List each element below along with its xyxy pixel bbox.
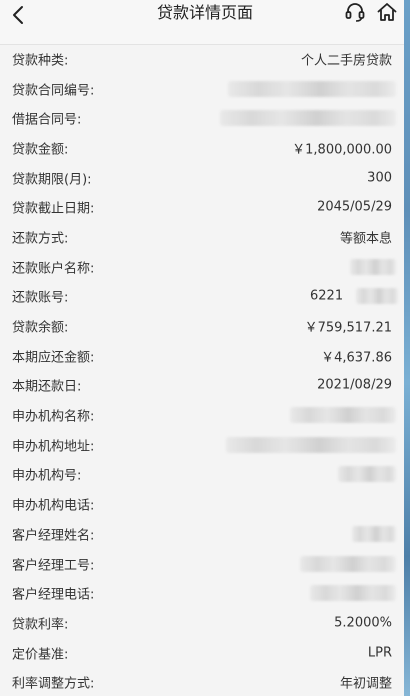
row-loan-balance: 贷款余额: ￥759,517.21 [0, 311, 404, 341]
redacted-value [228, 80, 396, 97]
field-label: 贷款余额: [12, 320, 69, 336]
field-value: ￥759,517.21 [304, 320, 392, 336]
row-current-repay-date: 本期还款日: 2021/08/29 [0, 371, 404, 401]
field-label: 申办机构号: [12, 468, 82, 484]
row-interest-rate: 贷款利率: 5.2000% [0, 608, 404, 638]
row-branch-phone: 申办机构电话: [0, 489, 404, 519]
field-label: 定价基准: [12, 647, 69, 663]
redacted-value [352, 525, 396, 542]
field-label: 还款账号: [12, 290, 69, 306]
row-repay-method: 还款方式: 等额本息 [0, 222, 404, 252]
redacted-value [290, 407, 396, 424]
row-branch-address: 申办机构地址: [0, 430, 404, 460]
redacted-value [310, 585, 396, 602]
field-label: 贷款截止日期: [12, 201, 95, 217]
headset-icon [344, 1, 366, 27]
redacted-value [220, 110, 396, 127]
field-label: 申办机构地址: [12, 439, 95, 455]
field-value: LPR [367, 645, 392, 661]
field-value: 5.2000% [334, 615, 392, 631]
field-label: 贷款期限(月): [12, 172, 92, 188]
right-edge-strip [404, 0, 410, 696]
row-repay-account-no: 还款账号: 6221 [0, 282, 404, 312]
redacted-value [300, 555, 396, 572]
row-manager-id: 客户经理工号: [0, 549, 404, 579]
customer-service-button[interactable] [342, 2, 368, 26]
field-value: 300 [367, 170, 392, 186]
field-value: 等额本息 [339, 231, 392, 247]
loan-detail-screen: 贷款详情页面 贷款种类: 个人二手房贷款 贷款合同编号: 借据合同号: 贷款金额… [0, 0, 410, 696]
field-value: ￥4,637.86 [321, 350, 392, 366]
field-label: 本期还款日: [12, 379, 82, 395]
field-label: 还款方式: [12, 231, 69, 247]
row-loan-amount: 贷款金额: ￥1,800,000.00 [0, 133, 404, 163]
field-label: 还款账户名称: [12, 261, 95, 277]
row-branch-no: 申办机构号: [0, 460, 404, 490]
row-manager-name: 客户经理姓名: [0, 519, 404, 549]
row-pricing-base: 定价基准: LPR [0, 638, 404, 668]
field-label: 申办机构名称: [12, 409, 95, 425]
row-branch-name: 申办机构名称: [0, 400, 404, 430]
field-value: 年初调整 [339, 676, 392, 692]
home-button[interactable] [374, 2, 400, 26]
field-label: 客户经理电话: [12, 587, 95, 603]
field-label: 利率调整方式: [12, 676, 95, 692]
row-loan-term: 贷款期限(月): 300 [0, 163, 404, 193]
nav-bar: 贷款详情页面 [0, 0, 410, 45]
loan-detail-list: 贷款种类: 个人二手房贷款 贷款合同编号: 借据合同号: 贷款金额: ￥1,80… [0, 44, 404, 696]
row-loan-type: 贷款种类: 个人二手房贷款 [0, 44, 404, 74]
field-label: 客户经理姓名: [12, 528, 95, 544]
row-rate-adjust: 利率调整方式: 年初调整 [0, 667, 404, 696]
row-loan-end-date: 贷款截止日期: 2045/05/29 [0, 192, 404, 222]
home-icon [376, 1, 398, 27]
field-label: 借据合同号: [12, 112, 82, 128]
field-value: 2045/05/29 [317, 199, 392, 215]
field-label: 贷款金额: [12, 142, 69, 158]
field-value: 2021/08/29 [317, 377, 392, 393]
field-label: 贷款种类: [12, 53, 69, 69]
field-value-prefix: 6221 [310, 288, 344, 304]
row-manager-phone: 客户经理电话: [0, 578, 404, 608]
redacted-value [350, 258, 396, 275]
row-loan-contract-no: 贷款合同编号: [0, 74, 404, 104]
redacted-value [356, 288, 398, 305]
field-label: 贷款利率: [12, 617, 69, 633]
row-borrow-contract-no: 借据合同号: [0, 103, 404, 133]
field-value: ￥1,800,000.00 [292, 142, 392, 158]
row-repay-account-name: 还款账户名称: [0, 252, 404, 282]
field-label: 贷款合同编号: [12, 83, 95, 99]
row-current-due: 本期应还金额: ￥4,637.86 [0, 341, 404, 371]
field-label: 申办机构电话: [12, 498, 95, 514]
field-value: 个人二手房贷款 [300, 53, 392, 69]
redacted-value [226, 436, 396, 453]
redacted-value [338, 466, 396, 483]
field-label: 客户经理工号: [12, 558, 95, 574]
field-label: 本期应还金额: [12, 350, 95, 366]
